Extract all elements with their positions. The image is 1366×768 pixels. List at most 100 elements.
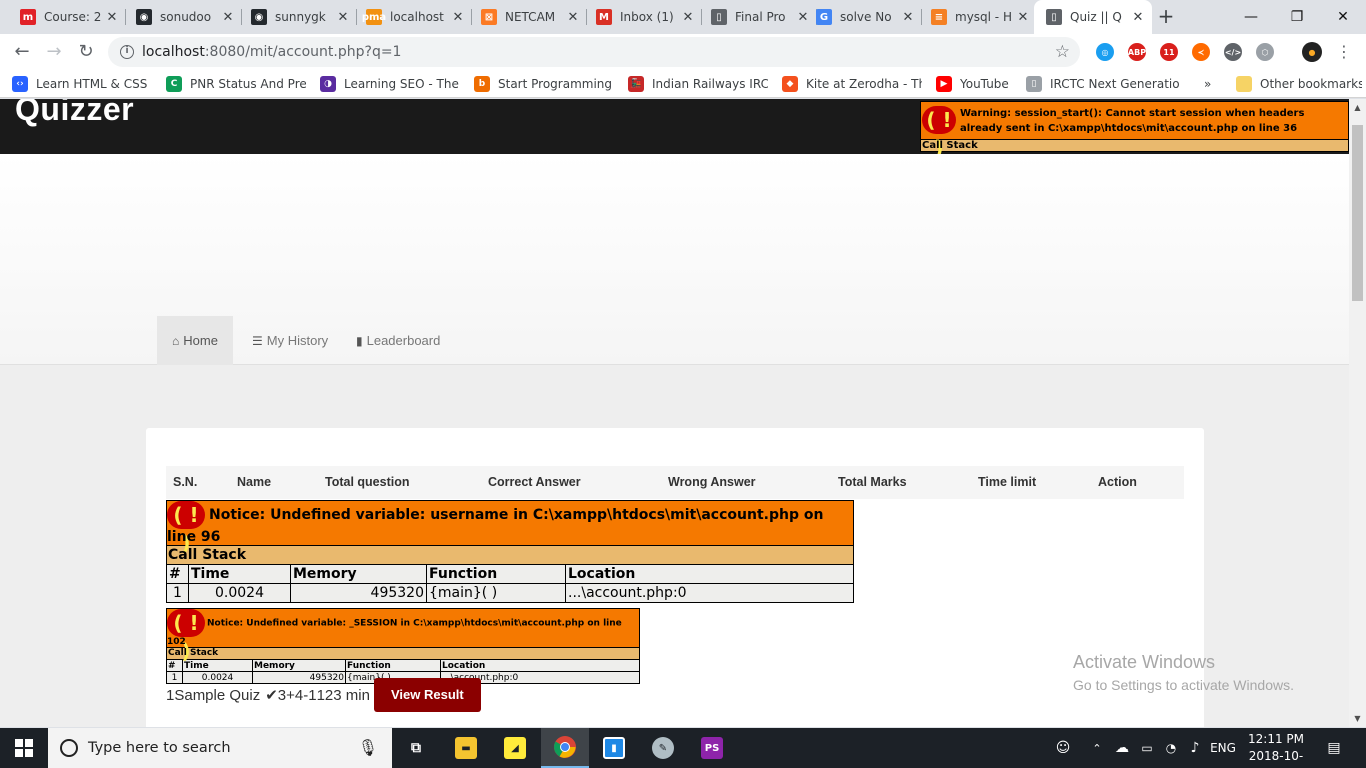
close-window-button[interactable]: ✕ (1320, 0, 1366, 34)
tab-title: mysql - H (955, 10, 1012, 24)
task-view-button[interactable]: ⧉ (392, 728, 440, 768)
tab-title: Inbox (1) (620, 10, 674, 24)
browser-tab[interactable]: Gsolve No ✕ (804, 0, 922, 34)
ext-red-badge-icon[interactable]: 11 (1160, 43, 1178, 61)
devtools-icon[interactable]: </> (1224, 43, 1242, 61)
close-tab-icon[interactable]: ✕ (104, 10, 120, 25)
notifications-icon[interactable]: ▤ (1322, 728, 1346, 768)
bar-chart-icon: ▮ (356, 333, 363, 348)
close-tab-icon[interactable]: ✕ (450, 10, 466, 25)
scroll-up-arrow-icon[interactable]: ▲ (1349, 99, 1366, 116)
bookmark-item[interactable]: ▶ YouTube (936, 70, 1016, 98)
people-icon[interactable]: ☺ (1053, 728, 1073, 768)
adblock-icon[interactable]: ABP (1128, 43, 1146, 61)
stack-cell: ...\account.php:0 (565, 583, 854, 603)
notice-username: ( ! )Notice: Undefined variable: usernam… (166, 500, 854, 603)
cell-sn: 1 (166, 686, 175, 704)
ext-orange-icon[interactable]: ≺ (1192, 43, 1210, 61)
session-warning: ( ! ) Warning: session_start(): Cannot st… (920, 101, 1349, 160)
list-icon: ☰ (252, 333, 263, 348)
browser-tab[interactable]: ⊠ NETCAM ✕ (469, 0, 587, 34)
language-indicator[interactable]: ENG (1209, 728, 1237, 768)
bookmark-favicon-icon: 🚂 (628, 76, 644, 92)
bookmark-item[interactable]: ▯ IRCTC Next Generatio (1026, 70, 1186, 98)
maximize-button[interactable]: ❐ (1274, 0, 1320, 34)
taskbar-search[interactable]: Type here to search 🎙 (48, 728, 392, 768)
tab-leaderboard[interactable]: ▮ Leaderboard (341, 316, 455, 365)
microphone-icon[interactable]: 🎙 (358, 738, 378, 757)
page-scrollbar[interactable]: ▲ ▼ (1349, 99, 1366, 727)
bookmark-label: PNR Status And Pred (190, 77, 306, 91)
close-tab-icon[interactable]: ✕ (900, 10, 916, 25)
bookmark-item[interactable]: C PNR Status And Pred (166, 70, 306, 98)
call-stack-label: Call Stack (166, 545, 854, 565)
profile-avatar[interactable]: ● (1302, 42, 1322, 62)
github-icon: ◉ (136, 9, 152, 25)
ext-cube-icon[interactable]: ⬡ (1256, 43, 1274, 61)
cell-total-marks: 12 (316, 686, 334, 704)
bookmark-label: Learn HTML & CSS in (36, 77, 152, 91)
bookmark-label: Learning SEO - The U (344, 77, 460, 91)
scroll-down-arrow-icon[interactable]: ▼ (1349, 710, 1366, 727)
palette-icon: ✎ (652, 737, 674, 759)
browser-tab[interactable]: ▯ Final Pro ✕ (699, 0, 817, 34)
tab-title: sonudoo (160, 10, 212, 24)
stack-col-time: Time (182, 659, 253, 672)
reload-button[interactable]: ↻ (72, 38, 100, 66)
browser-tab[interactable]: m Course: 2 ✕ (8, 0, 126, 34)
phpstorm-button[interactable]: PS (688, 728, 736, 768)
show-hidden-icons[interactable]: ⌃ (1088, 728, 1106, 768)
close-tab-icon[interactable]: ✕ (1015, 10, 1031, 25)
tab-home[interactable]: ⌂ Home (157, 316, 233, 365)
column-header-correct-answer: Correct Answer (488, 475, 581, 489)
browser-tab[interactable]: ▯ Quiz || Q ✕ (1034, 0, 1152, 34)
scrollbar-thumb[interactable] (1352, 125, 1363, 301)
browser-tab[interactable]: ◉ sunnygk ✕ (239, 0, 357, 34)
close-tab-icon[interactable]: ✕ (1130, 10, 1146, 25)
paint-button[interactable]: ✎ (639, 728, 687, 768)
cloud-icon[interactable]: ☁ (1112, 728, 1132, 768)
back-button[interactable]: ← (8, 38, 36, 66)
close-tab-icon[interactable]: ✕ (335, 10, 351, 25)
browser-tab[interactable]: pma localhost ✕ (354, 0, 472, 34)
cortana-icon (60, 739, 78, 757)
other-bookmarks-folder[interactable]: Other bookmarks (1236, 70, 1362, 98)
address-bar[interactable]: i localhost:8080/mit/account.php?q=1 ☆ (108, 37, 1080, 67)
menu-kebab-icon[interactable]: ⋮ (1330, 38, 1358, 66)
volume-icon[interactable]: ♪ (1185, 728, 1205, 768)
close-tab-icon[interactable]: ✕ (220, 10, 236, 25)
minimize-button[interactable]: — (1228, 0, 1274, 34)
bookmarks-bar: ‹› Learn HTML & CSS in C PNR Status And Pre… (0, 70, 1366, 98)
system-clock[interactable]: 12:11 PM 2018-10-13 (1244, 731, 1308, 768)
site-logo[interactable]: Quizzer (15, 99, 134, 128)
bookmark-item[interactable]: 🚂 Indian Railways IRCTC (628, 70, 768, 98)
forward-button[interactable]: → (40, 38, 68, 66)
activate-title: Activate Windows (1073, 652, 1216, 672)
more-bookmarks-chevron[interactable]: » (1204, 70, 1218, 98)
browser-tab[interactable]: ◉ sonudoo ✕ (124, 0, 242, 34)
new-tab-button[interactable]: + (1154, 4, 1178, 28)
activate-windows-watermark: Activate Windows Go to Settings to activ… (1073, 651, 1294, 696)
wifi-icon[interactable]: ◔ (1161, 728, 1181, 768)
chrome-button[interactable] (541, 728, 589, 768)
site-info-icon[interactable]: i (120, 45, 134, 59)
sticky-notes-button[interactable]: ◢ (491, 728, 539, 768)
browser-tab[interactable]: M Inbox (1) ✕ (584, 0, 702, 34)
bookmark-item[interactable]: ◑ Learning SEO - The U (320, 70, 460, 98)
close-tab-icon[interactable]: ✕ (565, 10, 581, 25)
bookmark-item[interactable]: ◆ Kite at Zerodha - The (782, 70, 922, 98)
clock-time: 12:11 PM (1248, 732, 1304, 746)
bookmark-item[interactable]: ‹› Learn HTML & CSS in (12, 70, 152, 98)
bookmark-star-icon[interactable]: ☆ (1055, 42, 1070, 62)
battery-icon[interactable]: ▭ (1137, 728, 1157, 768)
stack-col-time: Time (188, 564, 291, 584)
ext-blue-icon[interactable]: ◎ (1096, 43, 1114, 61)
close-tab-icon[interactable]: ✕ (680, 10, 696, 25)
start-button[interactable] (0, 728, 48, 768)
tab-my-history[interactable]: ☰ My History (237, 316, 343, 365)
browser-tab[interactable]: ≡ mysql - H ✕ (919, 0, 1037, 34)
app-blue-button[interactable]: ▮ (590, 728, 638, 768)
bookmark-item[interactable]: b Start Programming w (474, 70, 614, 98)
file-explorer-button[interactable]: ▬ (442, 728, 490, 768)
view-result-button[interactable]: View Result (373, 678, 481, 712)
